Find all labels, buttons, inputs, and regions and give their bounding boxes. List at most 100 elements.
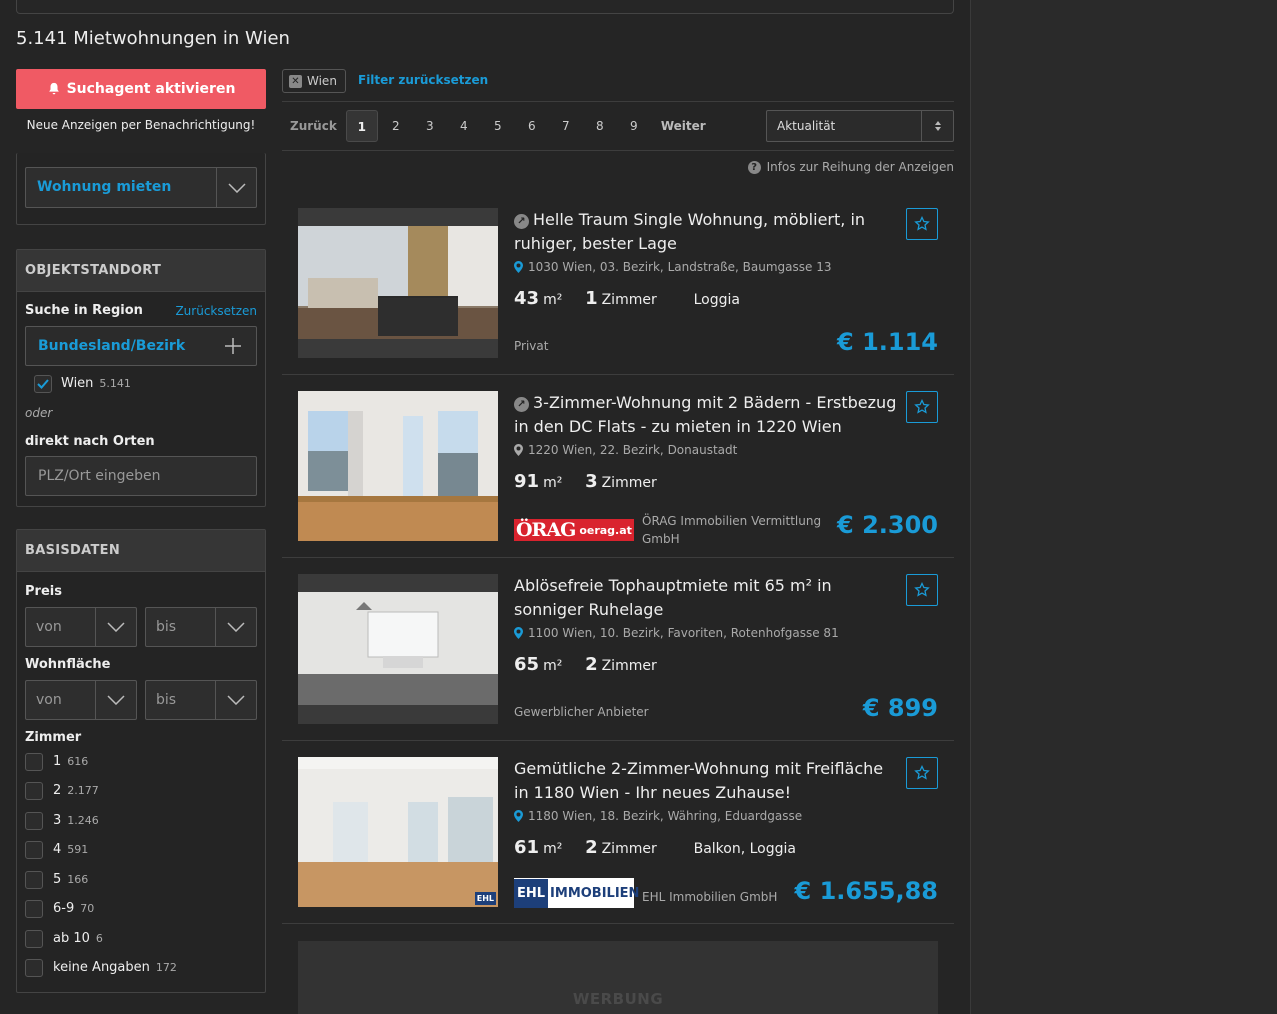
pager-page[interactable]: 8	[583, 119, 617, 133]
rooms-option: keine Angaben 172	[53, 960, 177, 975]
seller-logo: ÖRAG oerag.at	[514, 519, 634, 541]
rooms-checkbox[interactable]	[25, 959, 43, 977]
listing-image[interactable]	[298, 574, 498, 724]
listing-card[interactable]: EHL Gemütliche 2-Zimmer-Wohnung mit Frei…	[282, 741, 954, 924]
rooms-option: 2 2.177	[53, 783, 99, 798]
listing-rooms-unit: Zimmer	[601, 475, 657, 491]
rooms-checkbox[interactable]	[25, 753, 43, 771]
close-icon[interactable]: ✕	[289, 74, 302, 88]
region-checkbox-wien[interactable]	[34, 375, 52, 393]
listing-image[interactable]	[298, 208, 498, 358]
rooms-option: ab 10 6	[53, 931, 103, 946]
top-search-bar[interactable]	[16, 0, 954, 14]
ad-label: WERBUNG	[572, 990, 664, 1008]
listing-title[interactable]: Ablösefreie Tophauptmiete mit 65 m² in s…	[514, 574, 898, 622]
location-input[interactable]: PLZ/Ort eingeben	[25, 456, 257, 496]
region-select[interactable]: Bundesland/Bezirk	[25, 326, 257, 366]
pager-page[interactable]: 6	[515, 119, 549, 133]
chevron-down-icon	[215, 681, 256, 719]
listing-title[interactable]: Gemütliche 2-Zimmer-Wohnung mit Freifläc…	[514, 757, 898, 805]
listing-address-text: 1220 Wien, 22. Bezirk, Donaustadt	[528, 443, 738, 457]
listing-address-text: 1030 Wien, 03. Bezirk, Landstraße, Baumg…	[528, 260, 832, 274]
rooms-checkbox[interactable]	[25, 812, 43, 830]
area-from-value: von	[36, 692, 62, 708]
listing-stats: 61 m² 2 Zimmer Balkon, Loggia	[514, 837, 796, 858]
pager-page[interactable]: 5	[481, 119, 515, 133]
question-icon: ?	[747, 160, 761, 174]
direct-location-label: direkt nach Orten	[25, 434, 155, 449]
seller-logo-text: EHL	[514, 878, 549, 908]
favorite-button[interactable]	[906, 757, 938, 789]
region-select-label: Bundesland/Bezirk	[38, 338, 186, 354]
search-agent-button[interactable]: Suchagent aktivieren	[16, 69, 266, 109]
listing-card[interactable]: ↗ 3-Zimmer-Wohnung mit 2 Bädern - Erstbez…	[282, 375, 954, 558]
listing-title[interactable]: ↗ 3-Zimmer-Wohnung mit 2 Bädern - Erstbez…	[514, 391, 898, 439]
star-icon	[914, 582, 930, 597]
listing-address-text: 1100 Wien, 10. Bezirk, Favoriten, Rotenh…	[528, 626, 839, 640]
sort-select[interactable]: Aktualität	[766, 110, 954, 142]
chevron-down-icon	[95, 681, 136, 719]
pager-page[interactable]: 7	[549, 119, 583, 133]
category-box: Wohnung mieten	[16, 153, 266, 225]
sort-select-value: Aktualität	[777, 119, 836, 133]
external-link-icon: ↗	[514, 214, 529, 229]
listing-area: 65	[514, 654, 540, 675]
area-from-select[interactable]: von	[25, 680, 137, 720]
favorite-button[interactable]	[906, 574, 938, 606]
ad-placeholder: WERBUNG	[298, 941, 938, 1014]
pagination: Zurück 1 2 3 4 5 6 7 8 9 Weiter	[282, 110, 716, 142]
rooms-label: Zimmer	[25, 730, 82, 745]
filter-chip-label: Wien	[307, 74, 337, 88]
price-to-select[interactable]: bis	[145, 607, 257, 647]
pager-page[interactable]: 4	[447, 119, 481, 133]
listing-rooms-unit: Zimmer	[601, 292, 657, 308]
price-from-select[interactable]: von	[25, 607, 137, 647]
favorite-button[interactable]	[906, 391, 938, 423]
pager-page[interactable]: 9	[617, 119, 651, 133]
area-to-select[interactable]: bis	[145, 680, 257, 720]
listing-card[interactable]: ↗ Helle Traum Single Wohnung, möbliert, i…	[282, 192, 954, 375]
price-from-value: von	[36, 619, 62, 635]
rooms-checkbox[interactable]	[25, 841, 43, 859]
pager-page[interactable]: 3	[413, 119, 447, 133]
listing-price: € 899	[862, 694, 938, 722]
pager-next[interactable]: Weiter	[651, 119, 716, 133]
listing-rooms-unit: Zimmer	[601, 841, 657, 857]
seller-logo-subtext: oerag.at	[579, 523, 632, 537]
rooms-checkbox[interactable]	[25, 871, 43, 889]
chevron-down-icon	[216, 168, 256, 207]
map-pin-icon	[514, 444, 523, 456]
ranking-info[interactable]: ? Infos zur Reihung der Anzeigen	[747, 160, 954, 174]
star-icon	[914, 399, 930, 414]
rooms-option: 1 616	[53, 754, 89, 769]
listing-stats: 43 m² 1 Zimmer Loggia	[514, 288, 740, 309]
pager-page[interactable]: 2	[379, 119, 413, 133]
listing-address: 1100 Wien, 10. Bezirk, Favoriten, Rotenh…	[514, 626, 839, 640]
listing-extra: Balkon, Loggia	[693, 841, 796, 857]
pager-prev[interactable]: Zurück	[282, 119, 345, 133]
area-to-value: bis	[156, 692, 177, 708]
listing-seller: ÖRAG Immobilien Vermittlung GmbH	[642, 514, 822, 546]
listing-title[interactable]: ↗ Helle Traum Single Wohnung, möbliert, i…	[514, 208, 898, 256]
rooms-option: 5 166	[53, 872, 89, 887]
listing-card[interactable]: Ablösefreie Tophauptmiete mit 65 m² in s…	[282, 558, 954, 741]
page-title: 5.141 Mietwohnungen in Wien	[16, 28, 290, 49]
filter-chip-wien[interactable]: ✕ Wien	[282, 69, 346, 93]
price-label: Preis	[25, 584, 62, 599]
rooms-checkbox[interactable]	[25, 782, 43, 800]
listing-area: 91	[514, 471, 540, 492]
favorite-button[interactable]	[906, 208, 938, 240]
rooms-checkbox[interactable]	[25, 900, 43, 918]
region-reset-link[interactable]: Zurücksetzen	[175, 304, 257, 318]
map-pin-icon	[514, 627, 523, 639]
basics-box: BASISDATEN Preis von bis Wohnfläche von …	[16, 529, 266, 993]
category-select[interactable]: Wohnung mieten	[25, 167, 257, 208]
seller-logo-subtext: IMMOBILIEN	[550, 885, 640, 901]
rooms-checkbox[interactable]	[25, 930, 43, 948]
listing-image[interactable]	[298, 391, 498, 541]
star-icon	[914, 765, 930, 780]
pager-page[interactable]: 1	[345, 110, 378, 142]
filter-reset-link[interactable]: Filter zurücksetzen	[358, 73, 488, 87]
listing-rooms: 2	[585, 654, 598, 675]
listing-image[interactable]: EHL	[298, 757, 498, 907]
